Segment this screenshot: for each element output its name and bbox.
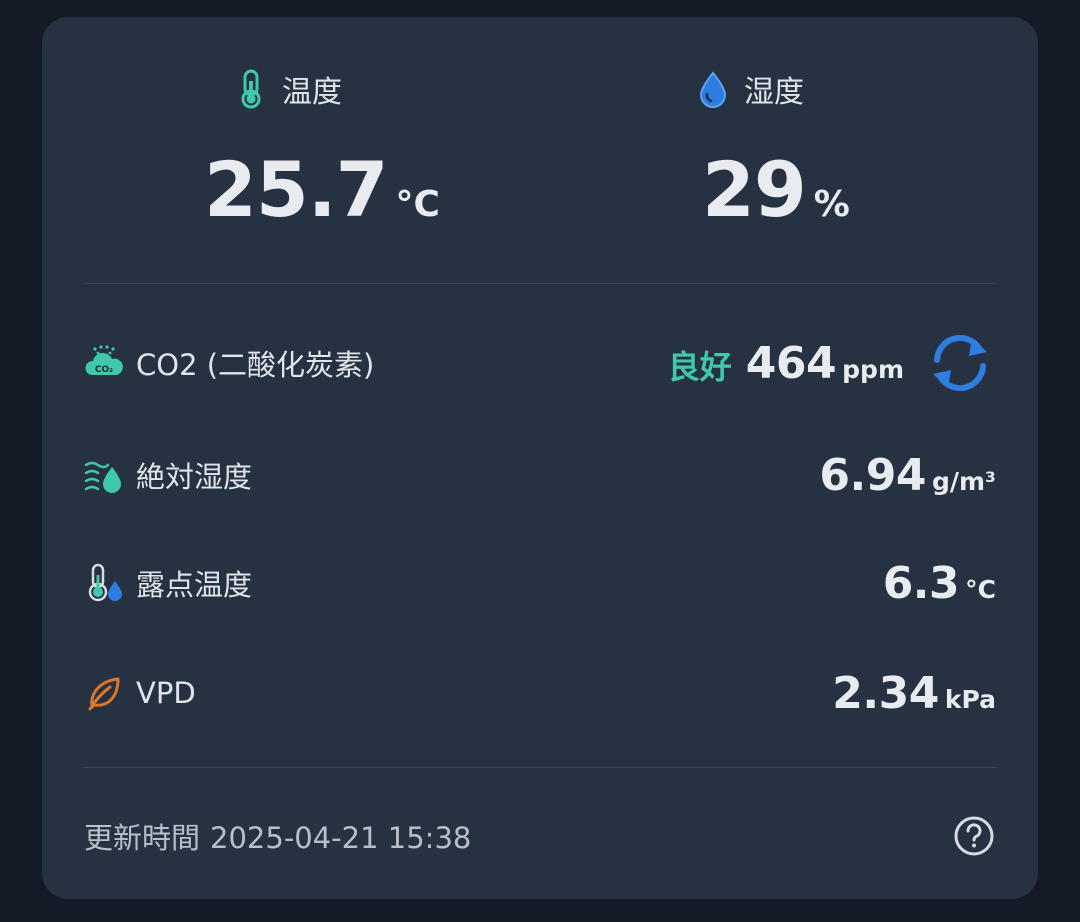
temperature-value: 25.7	[204, 145, 389, 234]
dew-point-value: 6.3	[882, 557, 960, 609]
co2-value: 464	[745, 337, 837, 389]
water-drop-icon	[696, 69, 730, 109]
co2-refresh-button[interactable]	[924, 331, 996, 395]
temperature-panel: 温度 25.7 °C	[42, 17, 582, 285]
divider	[84, 767, 996, 768]
absolute-humidity-unit: g/m³	[931, 466, 996, 496]
co2-label: CO2 (二酸化炭素)	[136, 348, 375, 382]
help-button[interactable]	[952, 814, 996, 858]
humidity-panel: 湿度 29 %	[582, 17, 1038, 285]
dew-point-unit: °C	[965, 574, 996, 604]
wind-drop-icon	[84, 455, 124, 495]
humidity-label: 湿度	[744, 75, 804, 110]
sensor-card: 温度 25.7 °C 湿度 29 % CO₂ CO2 (二酸化炭素) 良好 46…	[42, 17, 1038, 899]
humidity-header: 湿度	[696, 67, 804, 111]
vpd-row: VPD 2.34 kPa	[84, 663, 996, 723]
leaf-icon	[84, 673, 124, 713]
co2-status-badge: 良好	[667, 347, 732, 386]
humidity-unit: %	[813, 184, 850, 225]
divider	[84, 283, 996, 284]
dew-point-label: 露点温度	[136, 568, 253, 602]
vpd-value: 2.34	[832, 667, 939, 719]
vpd-label: VPD	[136, 676, 196, 710]
thermometer-drop-icon	[84, 563, 124, 603]
co2-unit: ppm	[842, 354, 904, 384]
temperature-unit: °C	[395, 184, 440, 225]
help-icon	[954, 816, 994, 856]
vpd-unit: kPa	[944, 684, 996, 714]
temperature-label: 温度	[282, 75, 342, 110]
svg-text:CO₂: CO₂	[95, 365, 113, 375]
co2-cloud-icon: CO₂	[84, 343, 124, 383]
temperature-header: 温度	[234, 67, 342, 111]
co2-row: CO₂ CO2 (二酸化炭素) 良好 464 ppm	[84, 333, 996, 393]
humidity-value: 29	[702, 145, 807, 234]
updated-label: 更新時間	[84, 821, 201, 855]
dew-point-row: 露点温度 6.3 °C	[84, 553, 996, 613]
temperature-reading: 25.7 °C	[204, 145, 440, 234]
absolute-humidity-value: 6.94	[819, 449, 926, 501]
updated-time: 2025-04-21 15:38	[210, 821, 472, 855]
updated-timestamp: 更新時間 2025-04-21 15:38	[84, 815, 471, 857]
absolute-humidity-label: 絶対湿度	[136, 460, 253, 494]
refresh-icon	[933, 334, 987, 392]
humidity-reading: 29 %	[702, 145, 850, 234]
thermometer-icon	[234, 69, 268, 109]
absolute-humidity-row: 絶対湿度 6.94 g/m³	[84, 445, 996, 505]
footer: 更新時間 2025-04-21 15:38	[84, 807, 996, 865]
